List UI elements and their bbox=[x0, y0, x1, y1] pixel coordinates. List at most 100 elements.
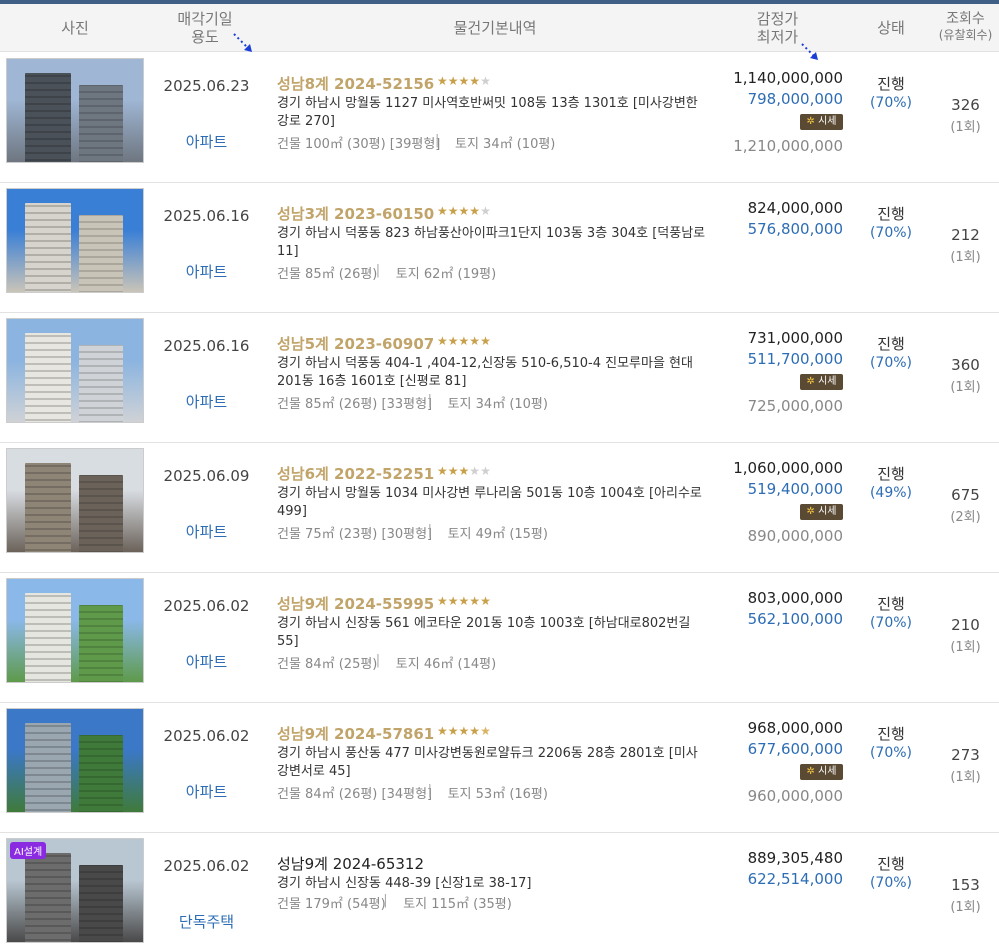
building-area: 건물 85㎡ (26평) [33평형] bbox=[277, 397, 433, 412]
property-address[interactable]: 경기 하남시 망월동 1127 미사역호반써밋 108동 13층 1301호 [… bbox=[277, 95, 709, 131]
sun-icon: ✲ bbox=[806, 766, 819, 777]
property-photo[interactable] bbox=[6, 578, 144, 683]
property-photo[interactable] bbox=[6, 318, 144, 423]
appraised-price: 1,060,000,000 bbox=[733, 459, 843, 477]
min-price-percent: (70%) bbox=[869, 745, 913, 761]
table-row[interactable]: 2025.06.16 아파트 성남3계 2023-60150 ★★★★★ 경기 하남시 … bbox=[0, 183, 999, 313]
rating-stars: ★★★★★ bbox=[437, 464, 491, 478]
star-icon: ★ bbox=[437, 74, 448, 88]
star-icon: ★ bbox=[437, 334, 448, 348]
header-appraised-label: 감정가 bbox=[756, 10, 799, 28]
case-number[interactable]: 성남9계 2024-55995 bbox=[277, 593, 434, 614]
table-row[interactable]: 2025.06.02 아파트 성남9계 2024-55995 ★★★★★ 경기 하남시 … bbox=[0, 573, 999, 703]
property-address[interactable]: 경기 하남시 신장동 561 에코타운 201동 10층 1003호 [하남대로… bbox=[277, 615, 709, 651]
table-row[interactable]: 2025.06.09 아파트 성남6계 2022-52251 ★★★★★ 경기 하남시 … bbox=[0, 443, 999, 573]
appraised-price: 968,000,000 bbox=[747, 719, 843, 737]
sun-icon: ✲ bbox=[806, 116, 819, 127]
property-photo[interactable]: AI설계 bbox=[6, 838, 144, 943]
market-price-button[interactable]: ✲ 시세 bbox=[800, 114, 843, 130]
building-area: 건물 75㎡ (23평) [30평형] bbox=[277, 527, 433, 542]
star-icon: ★ bbox=[480, 594, 491, 608]
failed-count: (1회) bbox=[950, 380, 981, 395]
property-address[interactable]: 경기 하남시 덕풍동 404-1 ,404-12,신장동 510-6,510-4… bbox=[277, 355, 709, 391]
property-address[interactable]: 경기 하남시 신장동 448-39 [신장1로 38-17] bbox=[277, 875, 709, 893]
sale-date: 2025.06.16 bbox=[163, 337, 250, 355]
market-label: 시세 bbox=[818, 376, 837, 387]
building-area: 건물 85㎡ (26평) bbox=[277, 267, 378, 282]
view-count: 675 bbox=[951, 486, 980, 504]
separator: | bbox=[427, 783, 432, 798]
property-use[interactable]: 아파트 bbox=[150, 261, 263, 282]
case-number[interactable]: 성남6계 2022-52251 bbox=[277, 463, 434, 484]
case-number[interactable]: 성남5계 2023-60907 bbox=[277, 333, 434, 354]
table-row[interactable]: AI설계 2025.06.02 단독주택 성남9계 2024-65312 경기 하남시 … bbox=[0, 833, 999, 949]
market-price-button[interactable]: ✲ 시세 bbox=[800, 374, 843, 390]
star-icon: ★ bbox=[458, 204, 470, 218]
table-row[interactable]: 2025.06.02 아파트 성남9계 2024-57861 ★★★★★ 경기 하남시 … bbox=[0, 703, 999, 833]
view-count: 153 bbox=[951, 876, 980, 894]
separator: | bbox=[427, 393, 432, 408]
header-price[interactable]: 감정가 최저가 bbox=[730, 10, 825, 46]
property-address[interactable]: 경기 하남시 풍산동 477 미사강변동원로얄듀크 2206동 28층 2801… bbox=[277, 745, 709, 781]
property-photo[interactable] bbox=[6, 708, 144, 813]
case-number[interactable]: 성남9계 2024-65312 bbox=[277, 853, 424, 874]
min-price-percent: (70%) bbox=[869, 95, 913, 111]
header-info: 물건기본내역 bbox=[453, 19, 537, 37]
appraised-price: 1,140,000,000 bbox=[733, 69, 843, 87]
header-views[interactable]: 조회수 (유찰회수) bbox=[932, 10, 999, 42]
market-price-button[interactable]: ✲ 시세 bbox=[800, 764, 843, 780]
building-area: 건물 84㎡ (26평) [34평형] bbox=[277, 787, 433, 802]
minimum-price: 511,700,000 bbox=[747, 350, 843, 368]
separator: | bbox=[427, 523, 432, 538]
minimum-price: 562,100,000 bbox=[747, 610, 843, 628]
property-address[interactable]: 경기 하남시 덕풍동 823 하남풍산아이파크1단지 103동 3층 304호 … bbox=[277, 225, 709, 261]
failed-count: (1회) bbox=[950, 640, 981, 655]
failed-count: (2회) bbox=[950, 510, 981, 525]
min-price-percent: (70%) bbox=[869, 225, 913, 241]
market-label: 시세 bbox=[818, 766, 837, 777]
star-icon: ★ bbox=[437, 464, 448, 478]
property-use[interactable]: 아파트 bbox=[150, 131, 263, 152]
view-count: 212 bbox=[951, 226, 980, 244]
separator: | bbox=[383, 893, 388, 908]
property-use[interactable]: 아파트 bbox=[150, 391, 263, 412]
property-use[interactable]: 아파트 bbox=[150, 521, 263, 542]
market-label: 시세 bbox=[818, 506, 837, 517]
header-status: 상태 bbox=[877, 19, 905, 37]
property-address[interactable]: 경기 하남시 망월동 1034 미사강변 루나리움 501동 10층 1004호… bbox=[277, 485, 709, 521]
rating-stars: ★★★★★ bbox=[437, 334, 491, 348]
auction-status: 진행 bbox=[877, 465, 905, 483]
star-icon: ★ bbox=[437, 204, 448, 218]
market-price-button[interactable]: ✲ 시세 bbox=[800, 504, 843, 520]
separator: | bbox=[435, 133, 440, 148]
header-photo: 사진 bbox=[61, 19, 89, 37]
case-number[interactable]: 성남3계 2023-60150 bbox=[277, 203, 434, 224]
separator: | bbox=[375, 653, 381, 668]
market-price: 960,000,000 bbox=[747, 787, 843, 805]
property-photo[interactable] bbox=[6, 448, 144, 553]
minimum-price: 519,400,000 bbox=[747, 480, 843, 498]
ai-badge: AI설계 bbox=[10, 842, 47, 859]
property-use[interactable]: 단독주택 bbox=[150, 911, 263, 932]
sale-date: 2025.06.02 bbox=[163, 727, 250, 745]
property-photo[interactable] bbox=[6, 188, 144, 293]
land-area: 토지 34㎡ (10평) bbox=[455, 137, 556, 152]
property-use[interactable]: 아파트 bbox=[150, 651, 263, 672]
separator: | bbox=[375, 263, 381, 278]
case-number[interactable]: 성남9계 2024-57861 bbox=[277, 723, 434, 744]
auction-status: 진행 bbox=[877, 595, 905, 613]
appraised-price: 803,000,000 bbox=[747, 589, 843, 607]
star-icon: ★ bbox=[458, 724, 470, 738]
property-photo[interactable] bbox=[6, 58, 144, 163]
rating-stars: ★★★★★ bbox=[437, 594, 491, 608]
table-row[interactable]: 2025.06.23 아파트 성남8계 2024-52156 ★★★★★ 경기 하남시 … bbox=[0, 53, 999, 183]
case-number[interactable]: 성남8계 2024-52156 bbox=[277, 73, 434, 94]
star-icon: ★ bbox=[437, 594, 448, 608]
star-icon: ★ bbox=[469, 334, 481, 348]
land-area: 토지 49㎡ (15평) bbox=[447, 527, 548, 542]
header-views-label: 조회수 bbox=[946, 11, 985, 27]
property-use[interactable]: 아파트 bbox=[150, 781, 263, 802]
star-icon: ★ bbox=[469, 204, 481, 218]
land-area: 토지 46㎡ (14평) bbox=[395, 657, 497, 672]
table-row[interactable]: 2025.06.16 아파트 성남5계 2023-60907 ★★★★★ 경기 하남시 … bbox=[0, 313, 999, 443]
